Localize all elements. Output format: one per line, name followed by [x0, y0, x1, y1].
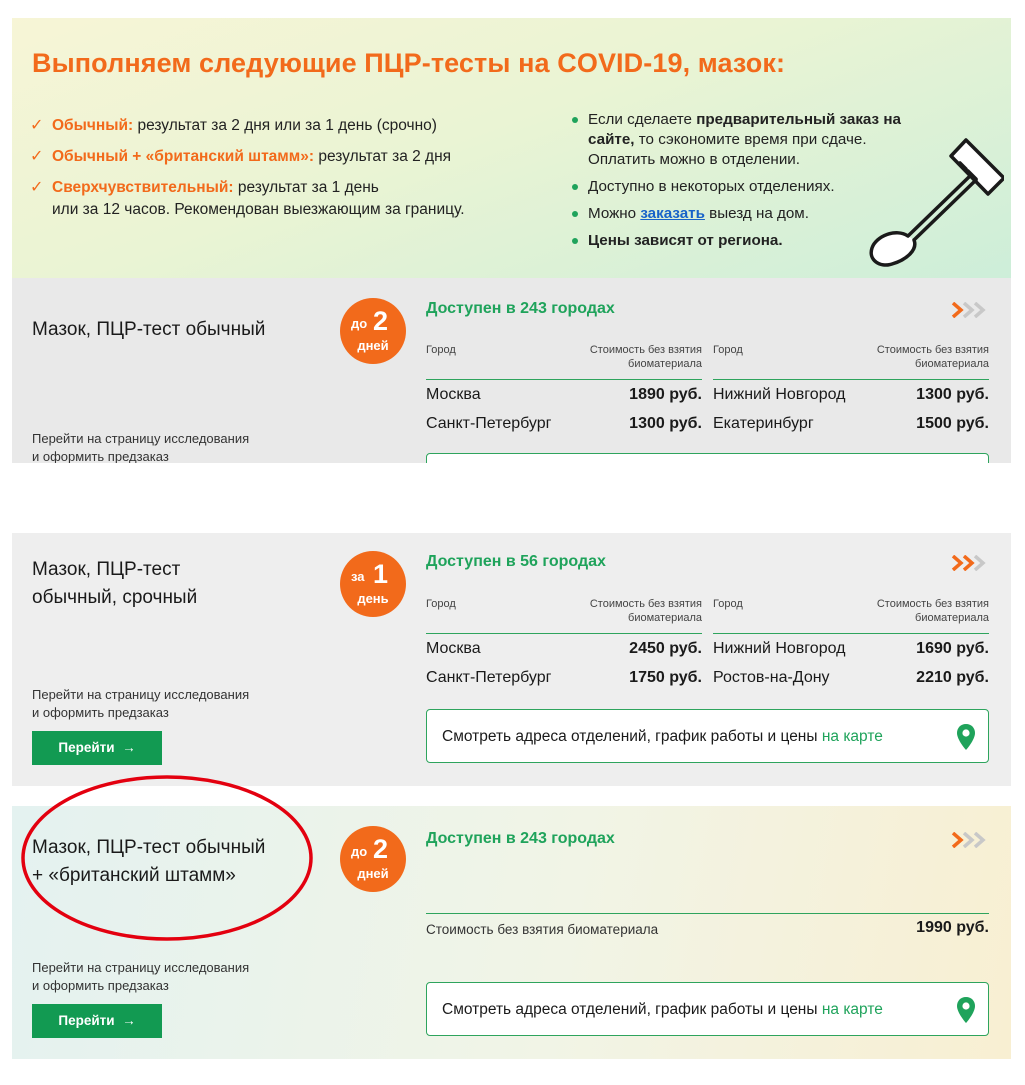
city-price: 2210 руб. — [916, 669, 989, 686]
goto-description: Перейти на страницу исследования и оформи… — [32, 960, 250, 993]
card-title: Мазок, ПЦР-тест обычный + «британский шта… — [32, 837, 266, 886]
col-header-price: Стоимость без взятия биоматериала — [589, 598, 702, 624]
goto-description: Перейти на страницу исследования и оформи… — [32, 687, 250, 720]
availability-text: Доступен в 243 городах — [426, 300, 615, 317]
city-price: 1690 руб. — [916, 640, 989, 657]
col-header-price: Стоимость без взятия биоматериала — [876, 344, 989, 370]
map-pin-icon — [957, 724, 975, 750]
col-header-city: Город — [426, 344, 456, 356]
city-name: Нижний Новгород — [713, 640, 846, 657]
turnaround-badge: до 2 дней — [340, 826, 406, 892]
chevrons-right-icon[interactable] — [951, 832, 991, 848]
page-title: Выполняем следующие ПЦР-тесты на COVID-1… — [32, 48, 786, 78]
chevrons-right-icon[interactable] — [951, 302, 991, 318]
map-link-box[interactable]: Смотреть адреса отделений, график работы… — [426, 709, 989, 763]
check-icon: ✓ — [30, 117, 44, 134]
city-price: 1500 руб. — [916, 415, 989, 432]
card-title: Мазок, ПЦР-тест обычный — [32, 319, 266, 340]
test-card-british-strain: Мазок, ПЦР-тест обычный + «британский шта… — [12, 806, 1011, 1059]
city-price: 1750 руб. — [629, 669, 702, 686]
single-price: 1990 руб. — [916, 919, 989, 936]
col-header-city: Город — [713, 344, 743, 356]
city-price: 1890 руб. — [629, 386, 702, 403]
goto-button[interactable]: Перейти → — [32, 1004, 162, 1038]
check-icon: ✓ — [30, 179, 44, 196]
test-card-urgent: Мазок, ПЦР-тест обычный, срочный за 1 ден… — [12, 533, 1011, 786]
city-name: Нижний Новгород — [713, 386, 846, 403]
test-card-regular: Мазок, ПЦР-тест обычный до 2 дней Доступ… — [12, 278, 1011, 463]
check-icon: ✓ — [30, 148, 44, 165]
goto-button[interactable]: Перейти → — [32, 731, 162, 765]
city-name: Москва — [426, 386, 481, 403]
cotton-swab-icon — [869, 138, 1004, 267]
map-link-text: Смотреть адреса отделений, график работы… — [442, 728, 883, 745]
map-link-text: Смотреть адреса отделений, график работы… — [442, 1001, 883, 1018]
map-link-box[interactable] — [426, 453, 989, 463]
test-type-british: ✓ Обычный + «британский штамм»: результа… — [26, 141, 465, 172]
col-header-city: Город — [426, 598, 456, 610]
price-label: Стоимость без взятия биоматериала — [426, 922, 659, 937]
city-name: Санкт-Петербург — [426, 669, 552, 686]
availability-text: Доступен в 243 городах — [426, 830, 615, 847]
col-header-city: Город — [713, 598, 743, 610]
card-title: Мазок, ПЦР-тест обычный, срочный — [32, 559, 198, 608]
turnaround-badge: до 2 дней — [340, 298, 406, 364]
city-price: 1300 руб. — [629, 415, 702, 432]
turnaround-badge: за 1 день — [340, 551, 406, 617]
city-price: 2450 руб. — [629, 640, 702, 657]
hero-banner: Выполняем следующие ПЦР-тесты на COVID-1… — [12, 18, 1011, 278]
col-header-price: Стоимость без взятия биоматериала — [589, 344, 702, 370]
chevrons-right-icon[interactable] — [951, 555, 991, 571]
city-name: Москва — [426, 640, 481, 657]
map-link-box[interactable]: Смотреть адреса отделений, график работы… — [426, 982, 989, 1036]
goto-description: Перейти на страницу исследования и оформи… — [32, 431, 250, 463]
col-header-price: Стоимость без взятия биоматериала — [876, 598, 989, 624]
order-home-visit-link[interactable]: заказать — [640, 205, 705, 222]
test-types-list: ✓ Обычный: результат за 2 дня или за 1 д… — [26, 110, 465, 221]
city-price: 1300 руб. — [916, 386, 989, 403]
availability-text: Доступен в 56 городах — [426, 553, 606, 570]
city-name: Ростов-на-Дону — [713, 669, 830, 686]
test-type-supersensitive: ✓ Сверхчувствительный: результат за 1 де… — [30, 179, 465, 218]
map-pin-icon — [957, 997, 975, 1023]
test-type-regular: ✓ Обычный: результат за 2 дня или за 1 д… — [26, 110, 465, 141]
city-name: Екатеринбург — [713, 415, 814, 432]
city-name: Санкт-Петербург — [426, 415, 552, 432]
